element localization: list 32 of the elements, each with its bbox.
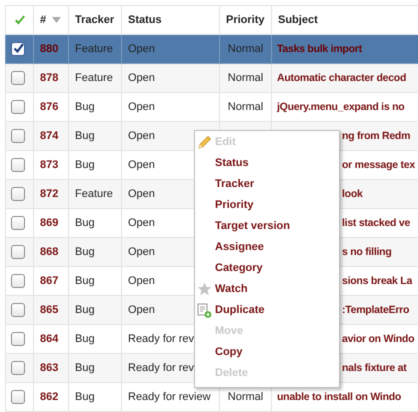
- checkbox[interactable]: [11, 303, 25, 317]
- checkbox[interactable]: [11, 274, 25, 288]
- checkbox[interactable]: [11, 129, 25, 143]
- star-icon: [197, 282, 212, 296]
- issue-subject-link[interactable]: list stacked ve: [342, 217, 410, 229]
- checkbox[interactable]: [11, 332, 25, 346]
- issue-subject-link[interactable]: nals fixture at: [342, 362, 407, 374]
- checkbox[interactable]: [11, 245, 25, 259]
- issue-subject-link[interactable]: s no filling: [342, 246, 392, 258]
- column-header[interactable]: Tracker: [68, 6, 122, 34]
- checkbox[interactable]: [11, 158, 25, 172]
- checkbox[interactable]: [11, 390, 25, 404]
- checkbox[interactable]: [11, 216, 25, 230]
- checkbox[interactable]: [11, 361, 25, 375]
- issue-subject-link[interactable]: look: [342, 188, 363, 200]
- issue-subject-link[interactable]: sions break La: [342, 275, 412, 287]
- sort-caret-icon[interactable]: [52, 17, 62, 24]
- table-cell: Bug: [68, 382, 122, 412]
- checkbox[interactable]: [11, 71, 25, 85]
- column-header[interactable]: #: [40, 14, 46, 26]
- checkmark-icon[interactable]: [14, 14, 26, 26]
- document-add-icon: [197, 303, 212, 318]
- column-header[interactable]: Priority: [220, 6, 272, 34]
- column-header[interactable]: Subject: [272, 6, 418, 34]
- issue-subject-link[interactable]: :TemplateErro: [342, 304, 410, 316]
- column-header[interactable]: Status: [122, 6, 220, 34]
- checkbox[interactable]: [11, 42, 25, 56]
- pencil-icon: [197, 135, 212, 150]
- checkbox[interactable]: [11, 187, 25, 201]
- issue-id-link[interactable]: 862: [34, 382, 68, 412]
- checkbox[interactable]: [11, 100, 25, 114]
- issue-subject-link[interactable]: ng from Redm: [342, 130, 410, 142]
